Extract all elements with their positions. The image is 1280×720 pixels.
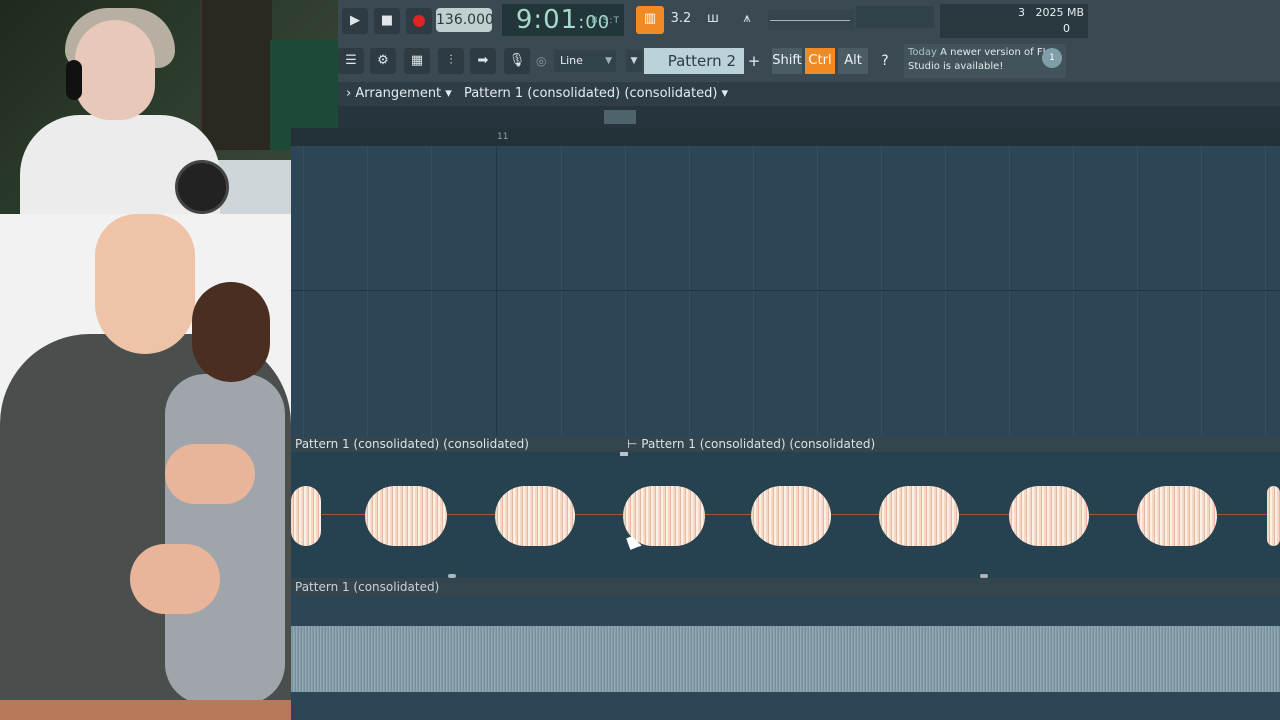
loop-icon[interactable]: ш [700, 6, 726, 32]
voices-count: 3 [1018, 6, 1025, 19]
record-icon[interactable] [406, 8, 432, 34]
horizontal-scrollbar[interactable] [338, 106, 1280, 128]
clip-header[interactable]: Pattern 1 (consolidated) (consolidated) [291, 436, 623, 452]
playlist-titlebar: › Arrangement ▾ Pattern 1 (consolidated)… [338, 82, 1280, 106]
master-pitch-slider[interactable] [856, 6, 934, 28]
help-icon[interactable]: ? [872, 48, 898, 74]
piano-icon[interactable]: ▥ [636, 6, 664, 34]
clip-marker [620, 452, 628, 456]
channel-rack-icon[interactable]: ⚙ [370, 48, 396, 74]
memory-usage: 2025 MB [1035, 6, 1084, 19]
clip-split-icon: ⊢ [627, 437, 638, 451]
tempo-display[interactable]: 136.000 [436, 8, 494, 32]
pattern-selector[interactable]: Pattern 2 [644, 48, 744, 74]
time-value: 9:01 [515, 5, 579, 35]
shift-button[interactable]: Shift [772, 48, 802, 74]
piano-roll-icon[interactable]: ▦ [404, 48, 430, 74]
clip-header[interactable]: ⊢ Pattern 1 (consolidated) (consolidated… [623, 436, 1280, 452]
stop-icon[interactable]: ■ [374, 8, 400, 34]
master-volume-slider[interactable] [768, 10, 854, 30]
audio-clip[interactable] [291, 596, 1280, 720]
arrow-left-icon: › [346, 86, 352, 101]
snap-value: Line [560, 54, 583, 67]
bar-marker: 11 [497, 132, 509, 142]
scrollbar-thumb[interactable] [604, 110, 636, 124]
meme-image [0, 214, 291, 720]
play-icon[interactable]: ▶ [342, 8, 368, 34]
cpu-memory-panel: 3 2025 MB 0 [940, 4, 1088, 38]
playlist-pattern-title[interactable]: Pattern 1 (consolidated) (consolidated) [464, 86, 717, 101]
timeline-ruler[interactable]: 11 [291, 128, 1280, 146]
ctrl-button[interactable]: Ctrl [805, 48, 835, 74]
clip-header[interactable]: Pattern 1 (consolidated) [291, 578, 1280, 596]
metronome-icon[interactable]: 3.2 [668, 6, 694, 32]
news-badge: 1 [1042, 48, 1062, 68]
news-date: Today [908, 47, 937, 58]
waveform-icon[interactable]: ⩚ [734, 6, 760, 32]
clip-title: Pattern 1 (consolidated) (consolidated) [641, 437, 876, 451]
mic-icon[interactable]: 🎙 [504, 48, 530, 74]
snap-select[interactable]: Line ▼ [554, 50, 616, 72]
news-panel[interactable]: Today A newer version of FL Studio is av… [904, 44, 1066, 78]
chevron-down-icon: ▼ [605, 56, 612, 66]
pattern-menu-button[interactable]: ▼ [626, 50, 642, 72]
cpu-usage: 0 [1063, 22, 1070, 35]
add-pattern-button[interactable]: + [746, 50, 762, 72]
audio-clip[interactable] [291, 452, 1280, 578]
time-display: 9:01:00 B:S:T [502, 4, 624, 36]
webcam-overlay [0, 0, 338, 214]
alt-button[interactable]: Alt [838, 48, 868, 74]
playlist-grid[interactable] [291, 146, 1280, 436]
snap-icon: ◎ [536, 54, 547, 68]
mixer-icon[interactable]: ⫶ [438, 48, 464, 74]
arrow-icon[interactable]: ➡ [470, 48, 496, 74]
arrangement-selector[interactable]: Arrangement [355, 86, 441, 101]
main-toolbar: ▶ ■ 136.000 9:01:00 B:S:T ▥ 3.2 ш ⩚ 3 20… [338, 0, 1280, 82]
browser-icon[interactable]: ☰ [338, 48, 364, 74]
time-format-label: B:S:T [591, 16, 620, 26]
